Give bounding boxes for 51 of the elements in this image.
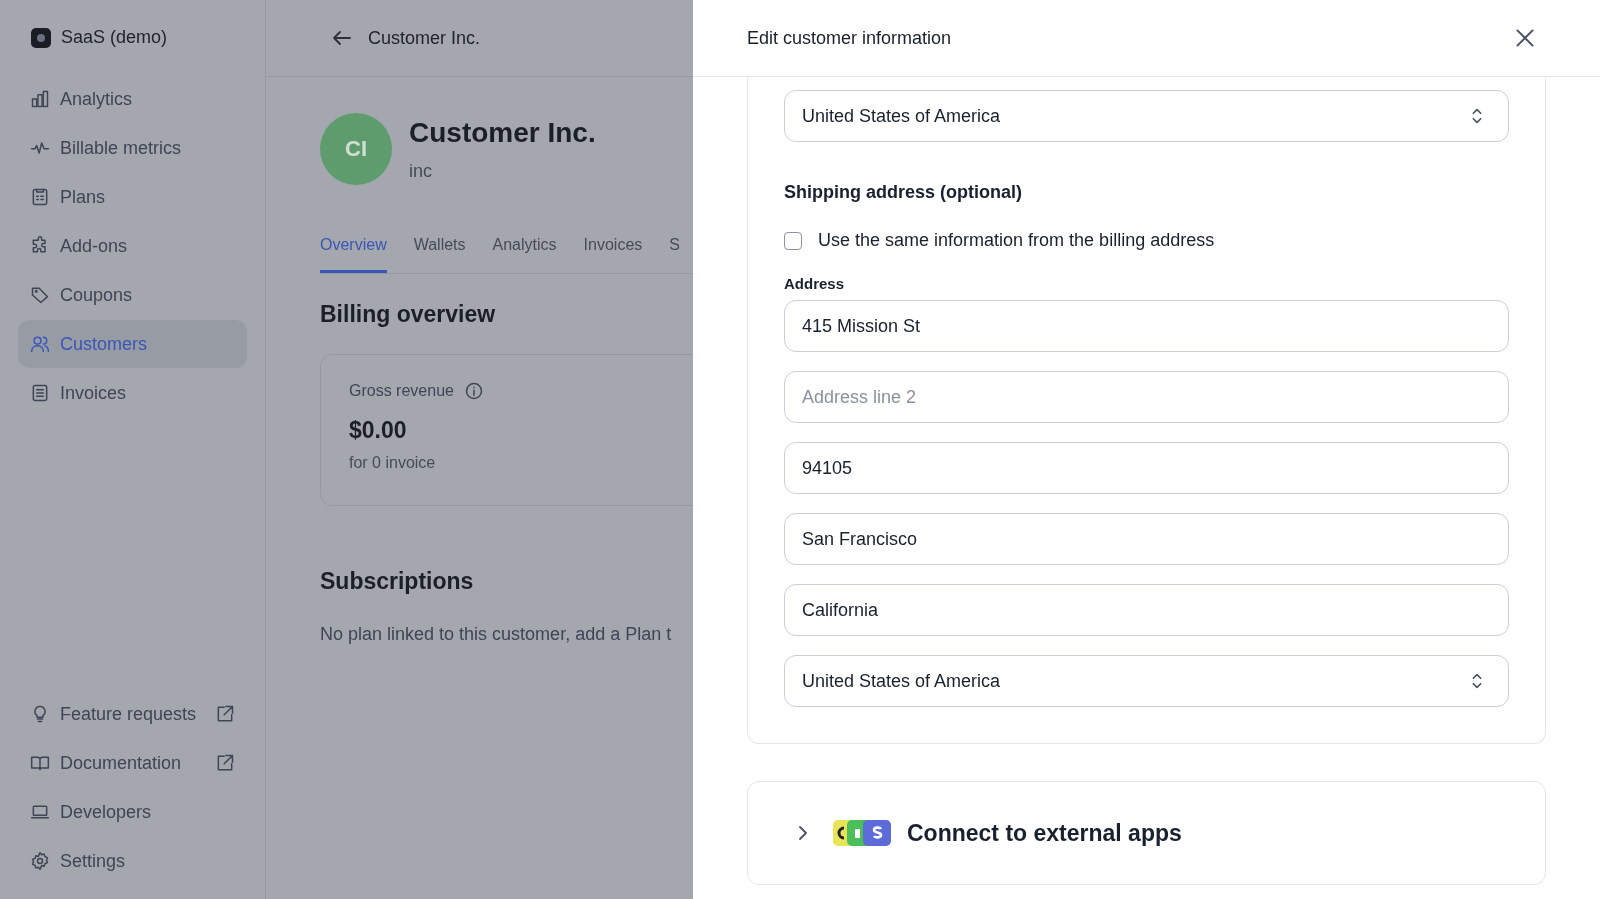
text-field[interactable]: California (784, 584, 1509, 636)
laptop-icon (30, 802, 50, 822)
section-heading: Subscriptions (320, 568, 475, 595)
checkbox-label: Use the same information from the billing address (818, 230, 1215, 251)
tag-icon (30, 285, 50, 305)
bar-chart-icon (30, 89, 50, 109)
section-heading: Shipping address (optional) (784, 182, 1023, 203)
tab[interactable]: Analytics (492, 217, 557, 273)
field-label: Address (784, 275, 846, 292)
sidebar-item[interactable]: Documentation (18, 739, 247, 787)
drawer-title: Edit customer information (747, 27, 952, 49)
sidebar-item[interactable]: Invoices (18, 369, 247, 417)
book-icon (30, 753, 50, 773)
workspace-name[interactable]: SaaS (demo) (61, 27, 168, 48)
sidebar-item[interactable]: Coupons (18, 271, 247, 319)
clipboard-icon (30, 187, 50, 207)
checkbox[interactable] (784, 231, 802, 250)
users-icon (30, 334, 50, 354)
document-icon (30, 383, 50, 403)
empty-state-text: No plan linked to this customer, add a Plan t (320, 624, 673, 645)
customer-subtitle: inc (409, 160, 433, 182)
info-icon (463, 381, 484, 401)
metric-value: $0.00 (349, 417, 408, 444)
sidebar-item[interactable]: Add-ons (18, 222, 247, 270)
page-title: Customer Inc. (368, 27, 481, 49)
tab[interactable]: Overview (320, 217, 387, 273)
text-field[interactable]: 415 Mission St (784, 300, 1509, 352)
app-logos-icon (833, 818, 893, 848)
tab[interactable]: S (669, 217, 680, 273)
sidebar-item[interactable]: Developers (18, 788, 247, 836)
sidebar-item[interactable]: Plans (18, 173, 247, 221)
settings-icon (30, 851, 50, 871)
country-select[interactable]: United States of America (784, 90, 1509, 142)
sidebar-item[interactable]: Customers (18, 320, 247, 368)
sidebar-item[interactable]: Billable metrics (18, 124, 247, 172)
avatar: CI (320, 113, 392, 185)
metric-caption: for 0 invoice (349, 454, 437, 472)
section-title: Connect to external apps (907, 819, 1182, 847)
metric-label: Gross revenue (349, 382, 454, 400)
text-field[interactable]: Address line 2 (784, 371, 1509, 423)
section-heading: Billing overview (320, 301, 497, 328)
text-field[interactable]: San Francisco (784, 513, 1509, 565)
country-select[interactable]: United States of America (784, 655, 1509, 707)
sidebar-item[interactable]: Analytics (18, 75, 247, 123)
sidebar-item[interactable]: Settings (18, 837, 247, 885)
customer-name: Customer Inc. (409, 116, 596, 149)
sidebar-item[interactable]: Feature requests (18, 690, 247, 738)
workspace-logo-icon (31, 27, 51, 48)
text-field[interactable]: 94105 (784, 442, 1509, 494)
tab[interactable]: Wallets (413, 217, 466, 273)
tab[interactable]: Invoices (583, 217, 643, 273)
